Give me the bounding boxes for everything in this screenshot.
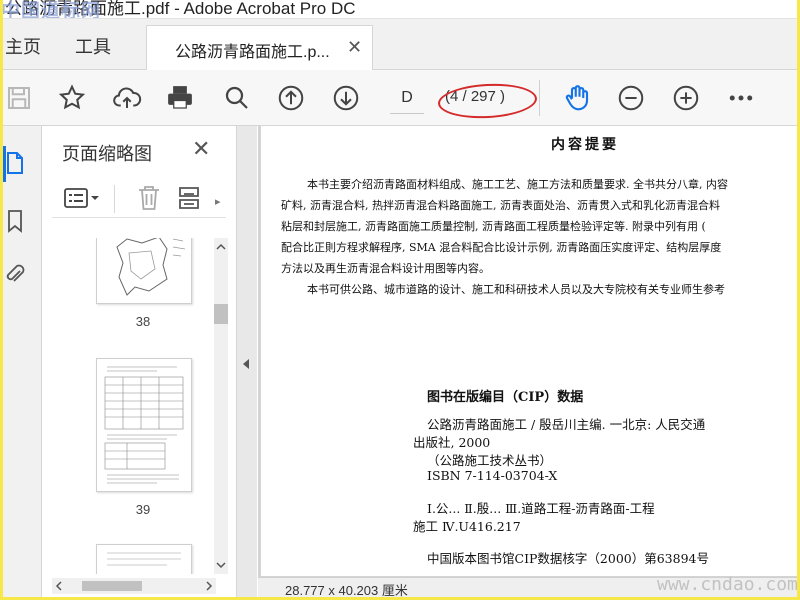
panel-toolbar: ▸ [52,181,226,218]
list-options-icon [64,188,88,208]
panel-splitter[interactable] [237,126,257,597]
intro-line: 粘层和封层施工, 沥青路面施工质量控制, 沥青路面工程质量检验评定等. 附录中列… [281,220,706,233]
pdf-page: 内容提要 本书主要介绍沥青路面材料组成、施工工艺、施工方法和质量要求. 全书共分… [261,126,797,576]
intro-text: 本书主要介绍沥青路面材料组成、施工工艺、施工方法和质量要求. 全书共分八章, 内… [281,174,797,300]
collapse-panel-arrow-icon[interactable] [237,356,257,372]
search-icon[interactable] [221,82,253,114]
intro-line: 本书主要介绍沥青路面材料组成、施工工艺、施工方法和质量要求. 全书共分八章, 内… [307,178,728,191]
tab-tools[interactable]: 工具 [75,33,111,59]
panel-title: 页面缩略图 [62,144,152,164]
attachment-icon[interactable] [3,260,27,290]
more-icon[interactable] [725,82,757,114]
print-icon[interactable] [164,82,196,114]
thumbnail-number: 38 [135,314,151,329]
thumbnail-page-39[interactable] [96,358,192,492]
thumbnail-options-button[interactable] [64,185,108,211]
intro-line: 方法以及再生沥青混合料设计用图等内容。 [281,262,490,275]
horizontal-scroll-thumb[interactable] [82,581,142,591]
cip-line: 公路沥青路面施工 / 殷岳川主编. 一北京: 人民交通 [427,417,706,432]
thumbnail-vertical-scrollbar[interactable] [214,238,228,574]
title-bar: 公路沥青路面施工.pdf - Adobe Acrobat Pro DC 中国道标… [3,0,797,19]
scroll-down-arrow-icon[interactable] [214,560,228,570]
map-thumbnail-image [116,238,186,296]
site-watermark-logo: 中国道标网 [3,1,102,19]
text-thumbnail-image [107,552,181,566]
intro-line: 矿料, 沥青混合料, 热拌沥青混合料路面施工, 沥青表面处治、沥青贯入式和乳化沥… [281,199,720,212]
scroll-up-arrow-icon[interactable] [214,242,228,252]
thumbnail-list: 38 39 [42,238,220,574]
site-watermark-text: www.cndao.com [657,574,797,595]
extract-pages-icon[interactable] [176,184,204,217]
acrobat-window: 公路沥青路面施工.pdf - Adobe Acrobat Pro DC 中国道标… [3,0,797,597]
cloud-upload-icon[interactable] [111,82,143,114]
document-viewport[interactable]: 内容提要 本书主要介绍沥青路面材料组成、施工工艺、施工方法和质量要求. 全书共分… [258,126,797,597]
left-icon-rail [3,126,42,597]
bookmark-icon[interactable] [3,206,27,236]
intro-line: 配合比正則方程求解程序, SMA 混合料配合比设计示例, 沥青路面压实度评定、结… [281,241,722,254]
zoom-out-icon[interactable] [615,82,647,114]
cip-line: 出版社, 2000 [413,435,491,450]
thumbnail-number: 39 [135,502,151,517]
toolbar: D (4 / 297 ) [3,70,797,126]
star-icon[interactable] [56,82,88,114]
save-icon[interactable] [3,82,35,114]
close-tab-icon[interactable]: ✕ [347,37,362,58]
thumbnail-page-40[interactable] [96,544,192,574]
scroll-left-arrow-icon[interactable] [54,578,64,594]
tab-bar: 主页 工具 公路沥青路面施工.p... ✕ [3,19,797,70]
cip-line: ISBN 7-114-03704-X [427,468,558,483]
thumbnail-horizontal-scrollbar[interactable] [52,578,216,594]
panel-tools-overflow: ▸ [215,196,221,208]
arrow-up-icon[interactable] [275,82,307,114]
thumbnails-panel: 页面缩略图 ✕ ▸ 38 39 [42,126,237,597]
panel-tool-divider [114,185,115,213]
cip-line: 中国版本图书馆CIP数据核字（2000）第63894号 [427,551,709,566]
toolbar-divider [539,80,540,116]
arrow-down-icon[interactable] [330,82,362,114]
page-thumbnails-icon[interactable] [3,148,27,178]
intro-line: 本书可供公路、城市道路的设计、施工和科研技术人员以及大专院校有关专业师生参考 [307,283,725,296]
thumbnail-page-38[interactable] [96,238,192,304]
zoom-in-icon[interactable] [670,82,702,114]
vertical-scroll-thumb[interactable] [214,304,228,324]
cip-title: 图书在版编目（CIP）数据 [427,390,584,405]
cip-line: Ⅰ.公... Ⅱ.殷... Ⅲ.道路工程-沥青路面-工程 [427,501,655,516]
close-panel-icon[interactable]: ✕ [192,136,210,162]
cip-line: （公路施工技术丛书） [427,453,553,468]
page-number-input[interactable]: D [390,83,424,114]
page-size-readout: 28.777 x 40.203 厘米 [285,583,408,597]
table-thumbnail-image [104,366,184,484]
chevron-down-icon [91,196,99,200]
tab-home[interactable]: 主页 [5,33,41,59]
hand-icon[interactable] [561,82,593,114]
delete-page-icon[interactable] [136,184,162,217]
scroll-right-arrow-icon[interactable] [204,578,214,594]
document-tab-label: 公路沥青路面施工.p... [175,44,330,61]
intro-heading: 内容提要 [551,137,619,153]
cip-line: 施工 Ⅳ.U416.217 [413,519,521,534]
tab-document[interactable]: 公路沥青路面施工.p... ✕ [146,25,373,70]
